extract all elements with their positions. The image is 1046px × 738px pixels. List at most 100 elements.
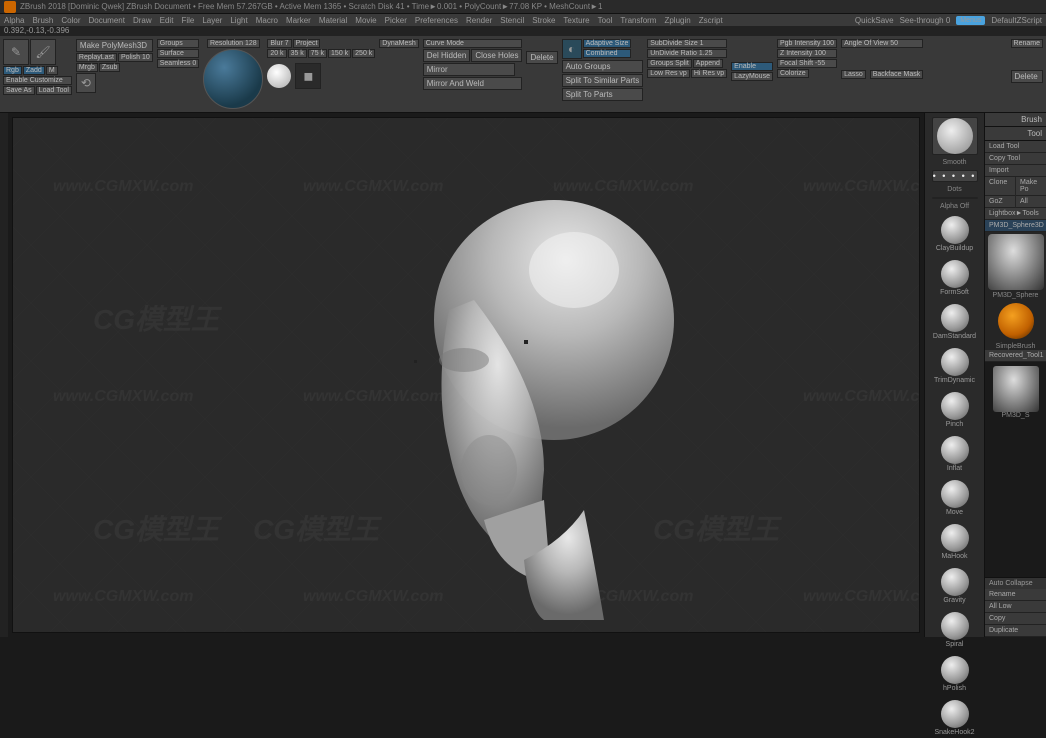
clone-button[interactable]: Clone <box>985 177 1015 196</box>
menu-zplugin[interactable]: Zplugin <box>664 16 690 25</box>
menu-stencil[interactable]: Stencil <box>500 16 524 25</box>
makepoly-button[interactable]: Make Po <box>1016 177 1046 196</box>
adaptive-size-toggle[interactable]: Adaptive Size <box>583 39 632 48</box>
menu-render[interactable]: Render <box>466 16 492 25</box>
mirror-weld-button[interactable]: Mirror And Weld <box>423 77 523 90</box>
brush-damstandard[interactable]: DamStandard <box>927 302 982 342</box>
colorize-toggle[interactable]: Colorize <box>777 69 809 78</box>
seethrough-slider[interactable]: See-through 0 <box>900 16 951 25</box>
brush-trimdynamic[interactable]: TrimDynamic <box>927 346 982 386</box>
res-250k[interactable]: 250 k <box>352 49 375 58</box>
menu-preferences[interactable]: Preferences <box>415 16 458 25</box>
menu-movie[interactable]: Movie <box>355 16 376 25</box>
brush-mahook[interactable]: MaHook <box>927 522 982 562</box>
blur-slider[interactable]: Blur 7 <box>267 39 291 48</box>
default-zscript-button[interactable]: DefaultZScript <box>991 16 1042 25</box>
focal-shift-slider[interactable]: Focal Shift -55 <box>777 59 837 68</box>
menu-marker[interactable]: Marker <box>286 16 311 25</box>
stroke-dots-thumb[interactable]: • • • • • <box>932 170 978 182</box>
simple-brush-icon[interactable] <box>998 303 1034 339</box>
nav-sphere-icon[interactable] <box>203 49 263 109</box>
copy-tool-button[interactable]: Copy Tool <box>985 153 1046 165</box>
menu-zscript[interactable]: Zscript <box>699 16 723 25</box>
rotate-icon[interactable]: ⟲ <box>76 73 96 93</box>
menu-stroke[interactable]: Stroke <box>532 16 555 25</box>
draw-mode-icon[interactable]: 🖌 <box>30 39 56 65</box>
tool-panel-header[interactable]: Tool <box>985 127 1046 141</box>
menu-picker[interactable]: Picker <box>385 16 407 25</box>
m-toggle[interactable]: M <box>46 66 58 75</box>
zadd-toggle[interactable]: Zadd <box>23 66 45 75</box>
brush-inflat[interactable]: Inflat <box>927 434 982 474</box>
brush-hpolish[interactable]: hPolish <box>927 654 982 694</box>
delete2-button[interactable]: Delete <box>1011 70 1043 83</box>
adaptive-icon[interactable]: ◐ <box>562 39 582 59</box>
viewport[interactable]: www.CGMXW.com www.CGMXW.com www.CGMXW.co… <box>12 117 920 633</box>
surface-button[interactable]: Surface <box>157 49 200 58</box>
saveas-button[interactable]: Save As <box>3 86 35 95</box>
brush-formsoft[interactable]: FormSoft <box>927 258 982 298</box>
split-parts-button[interactable]: Split To Parts <box>562 88 644 101</box>
rename-button[interactable]: Rename <box>1011 39 1043 48</box>
make-polymesh-button[interactable]: Make PolyMesh3D <box>76 39 153 52</box>
edit-mode-icon[interactable]: ✎ <box>3 39 29 65</box>
menu-tool[interactable]: Tool <box>598 16 613 25</box>
auto-groups-button[interactable]: Auto Groups <box>562 60 644 73</box>
menu-macro[interactable]: Macro <box>256 16 278 25</box>
all-low-button[interactable]: All Low <box>985 601 1046 613</box>
append-button[interactable]: Append <box>693 59 723 68</box>
delete-button[interactable]: Delete <box>526 51 557 64</box>
z-intensity-slider[interactable]: Z Intensity 100 <box>777 49 837 58</box>
rgb-toggle[interactable]: Rgb <box>3 66 22 75</box>
brush-pinch[interactable]: Pinch <box>927 390 982 430</box>
copy-subtool-button[interactable]: Copy <box>985 613 1046 625</box>
left-tray[interactable] <box>0 113 8 637</box>
brush-claybuildup[interactable]: ClayBuildup <box>927 214 982 254</box>
resolution-slider[interactable]: Resolution 128 <box>207 39 260 48</box>
close-holes-button[interactable]: Close Holes <box>471 49 522 62</box>
active-tool-name[interactable]: PM3D_Sphere3D <box>985 220 1046 232</box>
lazymouse-toggle[interactable]: LazyMouse <box>731 72 773 81</box>
alpha-thumb[interactable] <box>932 197 978 199</box>
lightbox-tools-button[interactable]: Lightbox►Tools <box>985 208 1046 220</box>
undivide-slider[interactable]: UnDivide Ratio 1.25 <box>647 49 727 58</box>
active-tool-thumb[interactable] <box>988 234 1044 290</box>
res-75k[interactable]: 75 k <box>308 49 327 58</box>
menus-toggle[interactable]: Menus <box>956 16 985 25</box>
load-tool-button[interactable]: Load Tool <box>985 141 1046 153</box>
enable-customize-button[interactable]: Enable Customize <box>3 76 72 85</box>
enable-toggle[interactable]: Enable <box>731 62 773 71</box>
brush-gravity[interactable]: Gravity <box>927 566 982 606</box>
recovered-tool[interactable]: Recovered_Tool1 <box>985 350 1046 362</box>
lasso-toggle[interactable]: Lasso <box>841 70 866 79</box>
duplicate-button[interactable]: Duplicate <box>985 625 1046 637</box>
menu-transform[interactable]: Transform <box>620 16 656 25</box>
res-35k[interactable]: 35 k <box>288 49 307 58</box>
groups-button[interactable]: Groups <box>157 39 200 48</box>
menu-texture[interactable]: Texture <box>563 16 589 25</box>
backface-toggle[interactable]: Backface Mask <box>870 70 923 79</box>
goz-all-button[interactable]: All <box>1016 196 1046 208</box>
menu-document[interactable]: Document <box>89 16 125 25</box>
del-hidden-button[interactable]: Del Hidden <box>423 49 471 62</box>
zsub-toggle[interactable]: Zsub <box>99 63 121 72</box>
res-20k[interactable]: 20 k <box>267 49 286 58</box>
menu-alpha[interactable]: Alpha <box>4 16 24 25</box>
seamless-slider[interactable]: Seamless 0 <box>157 59 200 68</box>
menu-brush[interactable]: Brush <box>32 16 53 25</box>
quicksave-button[interactable]: QuickSave <box>855 16 894 25</box>
combined-toggle[interactable]: Combined <box>583 49 632 58</box>
goz-button[interactable]: GoZ <box>985 196 1015 208</box>
mrgb-toggle[interactable]: Mrgb <box>76 63 98 72</box>
split-similar-button[interactable]: Split To Similar Parts <box>562 74 644 87</box>
menu-color[interactable]: Color <box>61 16 80 25</box>
hires-button[interactable]: Hi Res vp <box>691 69 727 78</box>
auto-collapse-toggle[interactable]: Auto Collapse <box>985 577 1046 589</box>
lowres-button[interactable]: Low Res vp <box>647 69 690 78</box>
sculpt-mesh[interactable] <box>394 190 694 620</box>
menu-material[interactable]: Material <box>319 16 347 25</box>
pgb-intensity-slider[interactable]: Pgb Intensity 100 <box>777 39 837 48</box>
menu-edit[interactable]: Edit <box>160 16 174 25</box>
brush-snakehook[interactable]: SnakeHook2 <box>927 698 982 738</box>
rename-subtool-button[interactable]: Rename <box>985 589 1046 601</box>
